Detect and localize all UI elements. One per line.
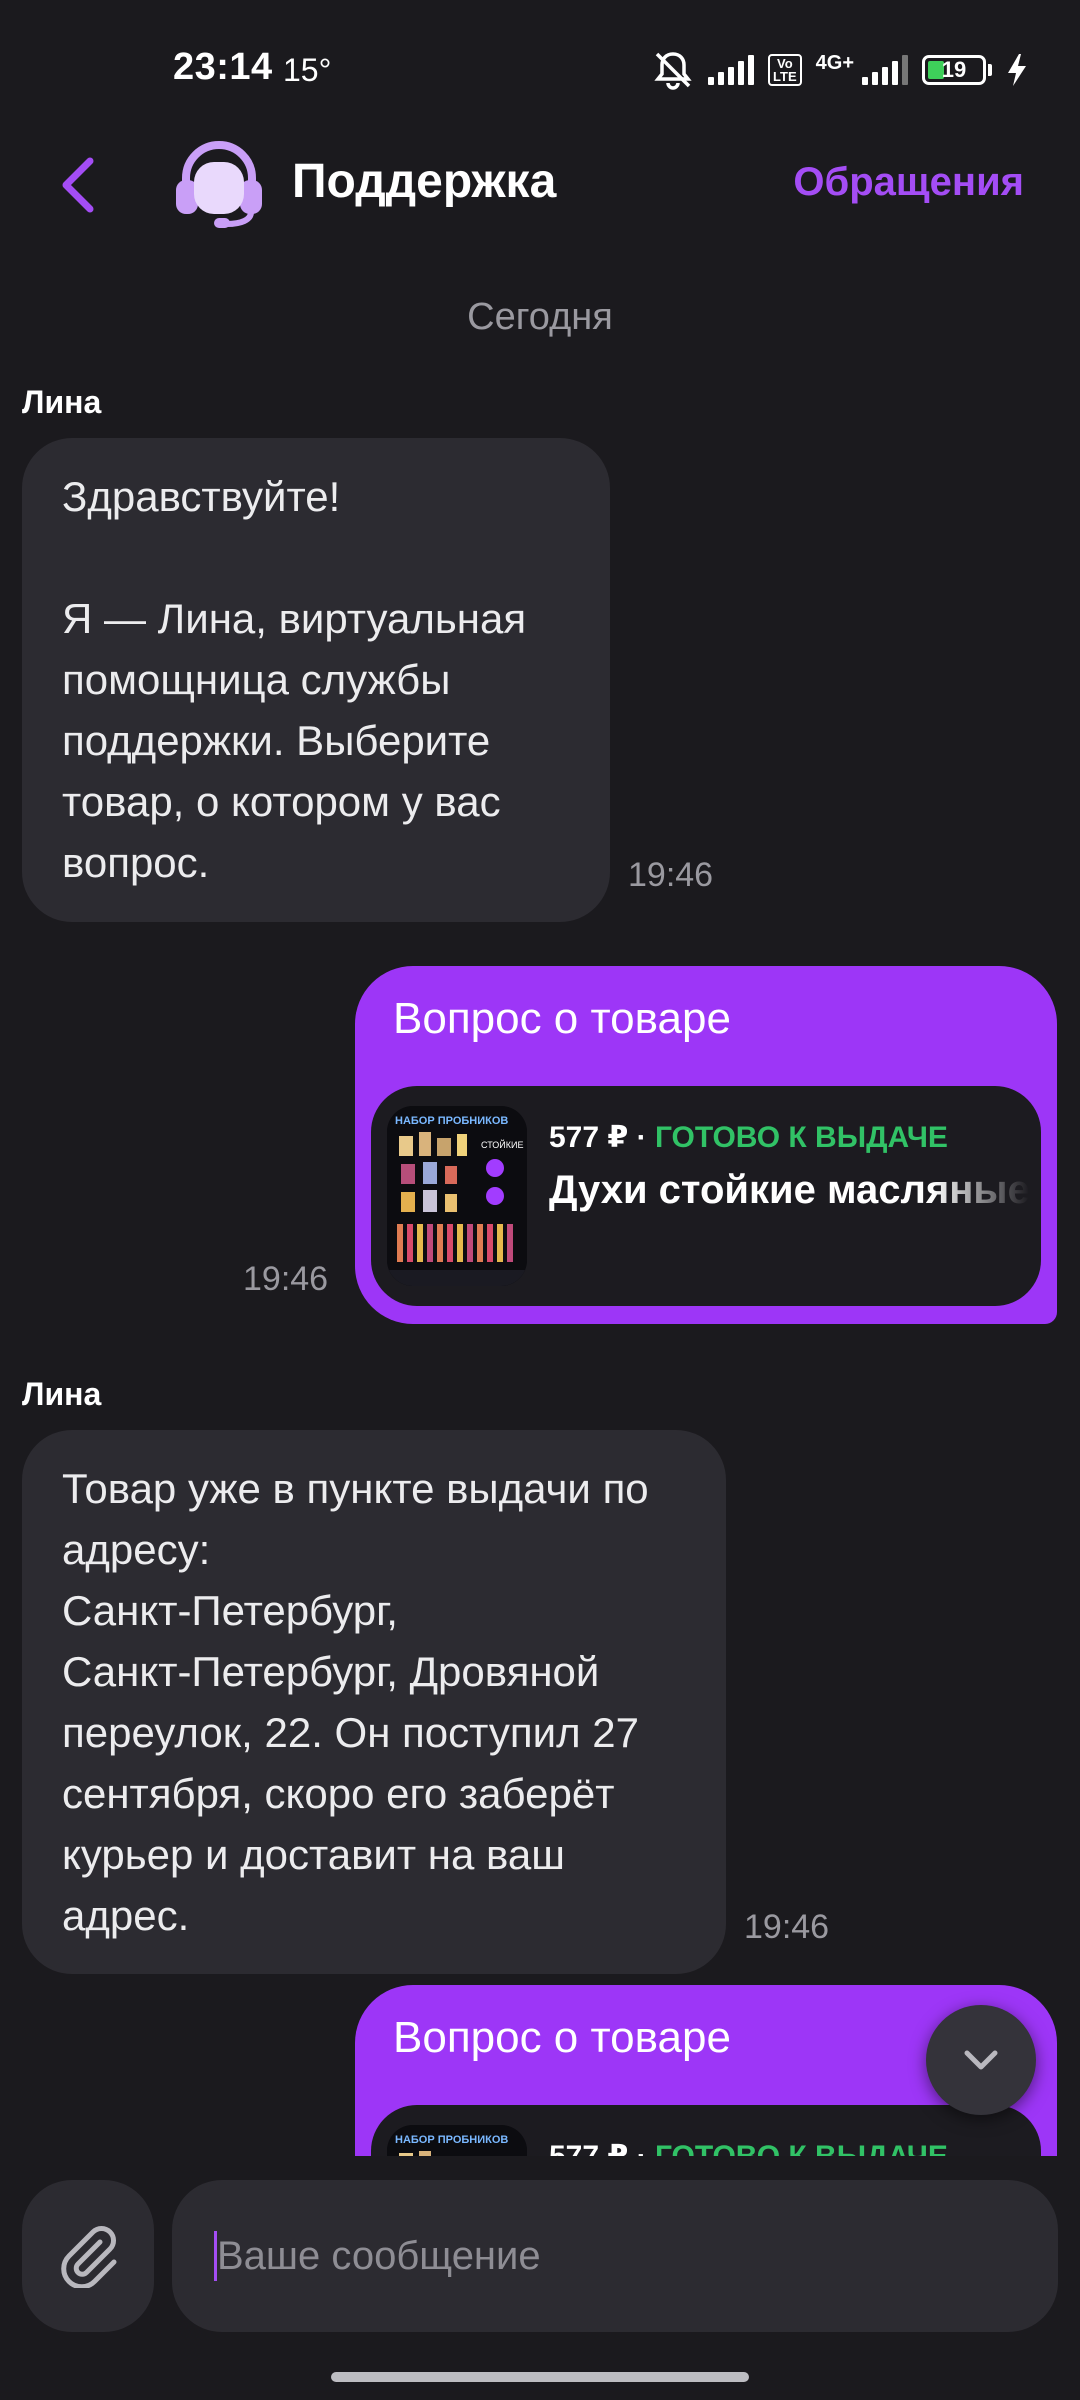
paperclip-icon bbox=[61, 2226, 117, 2288]
home-indicator[interactable] bbox=[331, 2372, 749, 2382]
product-question-title: Вопрос о товаре bbox=[393, 994, 731, 1043]
thumb-label: НАБОР ПРОБНИКОВ bbox=[395, 1115, 508, 1127]
product-card[interactable]: НАБОР ПРОБНИКОВ СТОЙКИЕ 577 ₽ · ГОТОВО К… bbox=[371, 1086, 1041, 1306]
outgoing-product-bubble[interactable]: Вопрос о товаре НАБОР ПРОБНИКОВ СТОЙКИЕ … bbox=[355, 966, 1057, 1324]
message-sender: Лина bbox=[22, 1376, 102, 1412]
signal-strength-icon bbox=[708, 55, 755, 85]
signal-strength-2-icon bbox=[862, 55, 908, 85]
thumb-sub: СТОЙКИЕ bbox=[481, 1139, 523, 1150]
volte-icon: Vo LTE bbox=[768, 54, 802, 86]
message-time: 19:46 bbox=[628, 856, 714, 894]
status-temperature: 15° bbox=[283, 52, 332, 88]
perfume-set-image: НАБОР ПРОБНИКОВ СТОЙКИЕ bbox=[387, 1106, 527, 1286]
date-separator: Сегодня bbox=[467, 296, 613, 338]
back-button[interactable] bbox=[48, 150, 108, 220]
chat-header: Поддержка Обращения bbox=[0, 130, 1080, 240]
product-thumbnail: НАБОР ПРОБНИКОВ СТОЙКИЕ bbox=[387, 1106, 527, 1286]
chevron-left-icon bbox=[62, 157, 94, 213]
message-sender: Лина bbox=[22, 384, 102, 420]
network-type: 4G+ bbox=[815, 51, 854, 74]
product-meta: 577 ₽ · ГОТОВО К ВЫДАЧЕ bbox=[549, 1120, 948, 1155]
thumb-label: НАБОР ПРОБНИКОВ bbox=[395, 2134, 508, 2146]
message-time: 19:46 bbox=[744, 1908, 830, 1946]
headset-icon bbox=[176, 141, 262, 228]
battery-icon: 19 bbox=[922, 55, 986, 85]
bell-muted-icon bbox=[654, 52, 692, 90]
chat-screen: 23:14 15° Vo LTE 4G+ 19 Поддержка Обраще… bbox=[0, 0, 1080, 2400]
charging-bolt-icon bbox=[1008, 54, 1026, 86]
requests-link[interactable]: Обращения bbox=[793, 160, 1024, 205]
battery-cap bbox=[988, 64, 992, 76]
message-text: Товар уже в пункте выдачи по адресу: Сан… bbox=[62, 1465, 649, 1939]
status-icons: Vo LTE 4G+ 19 bbox=[652, 50, 1028, 90]
product-status: ГОТОВО К ВЫДАЧЕ bbox=[654, 1121, 948, 1154]
battery-level: 19 bbox=[941, 57, 967, 82]
product-price: 577 ₽ bbox=[549, 1121, 629, 1154]
meta-separator: · bbox=[628, 1121, 655, 1154]
incoming-message-bubble: Здравствуйте! Я — Лина, виртуальная помо… bbox=[22, 438, 610, 922]
product-name: Духи стойкие масляные bbox=[549, 1168, 1029, 1212]
status-bar: 23:14 15° Vo LTE 4G+ 19 bbox=[0, 0, 1080, 140]
chevron-down-icon bbox=[964, 2050, 998, 2070]
message-input[interactable]: Ваше сообщение bbox=[172, 2180, 1058, 2332]
incoming-message-bubble: Товар уже в пункте выдачи по адресу: Сан… bbox=[22, 1430, 726, 1974]
attach-button[interactable] bbox=[22, 2180, 154, 2332]
page-title: Поддержка bbox=[292, 155, 557, 208]
status-time: 23:14 bbox=[173, 46, 273, 88]
message-text: Здравствуйте! Я — Лина, виртуальная помо… bbox=[62, 473, 527, 886]
scroll-to-bottom-button[interactable] bbox=[926, 2005, 1036, 2115]
message-placeholder: Ваше сообщение bbox=[217, 2233, 541, 2278]
product-question-title: Вопрос о товаре bbox=[393, 2013, 731, 2062]
message-time: 19:46 bbox=[243, 1260, 329, 1298]
